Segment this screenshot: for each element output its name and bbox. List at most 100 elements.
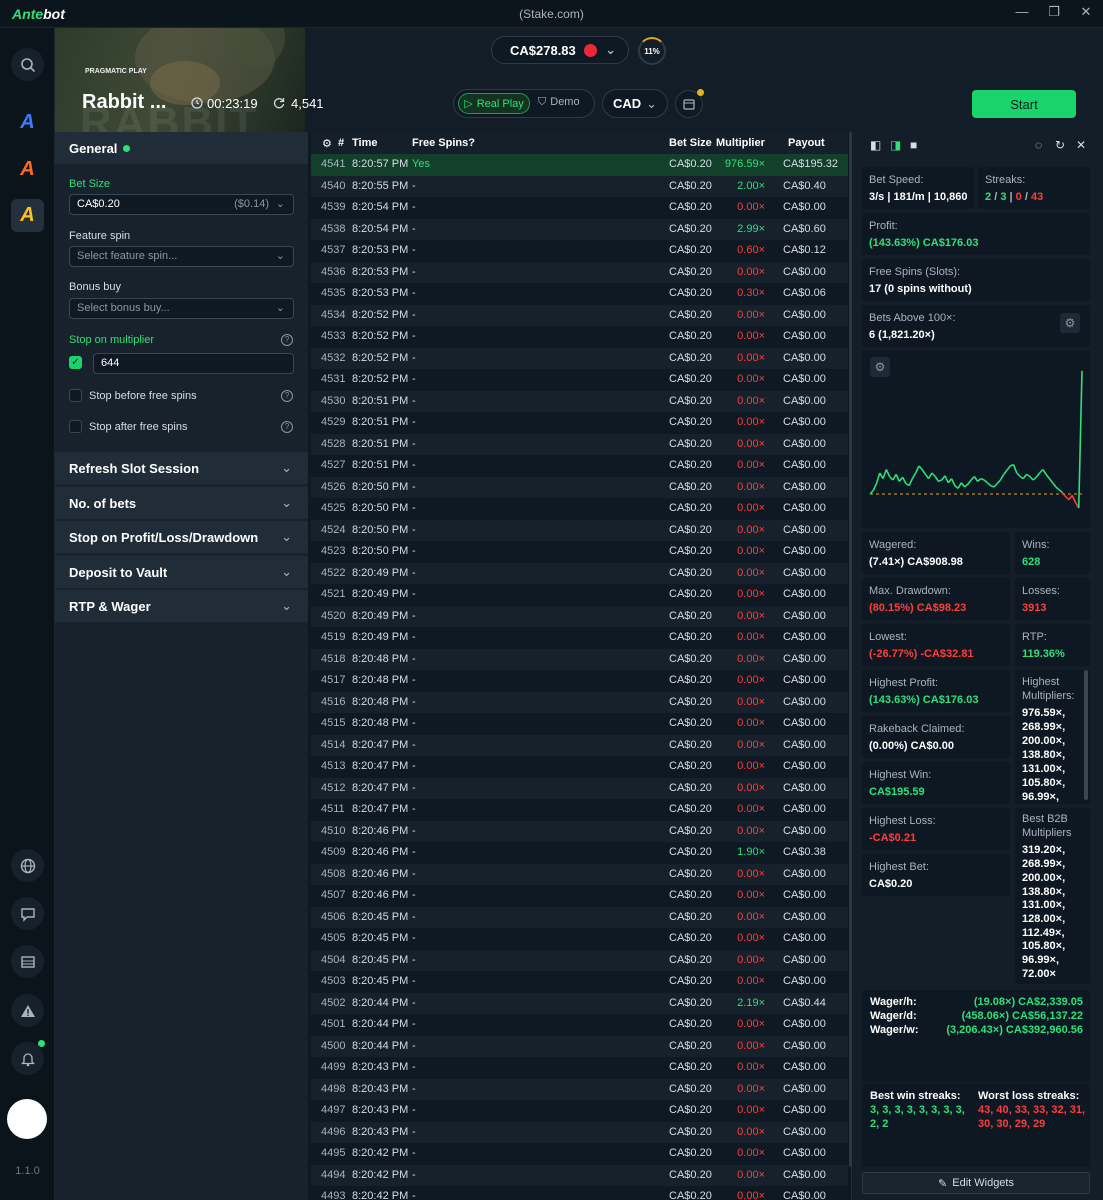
table-row[interactable]: 4539 8:20:54 PM - CA$0.20 0.00× CA$0.00 — [311, 197, 848, 219]
stats-scrollbar[interactable] — [1084, 670, 1088, 800]
gear-icon[interactable]: ⚙ — [1060, 313, 1080, 333]
table-row[interactable]: 4510 8:20:46 PM - CA$0.20 0.00× CA$0.00 — [311, 820, 848, 842]
maximize-button[interactable]: ❐ — [1045, 4, 1063, 20]
table-row[interactable]: 4507 8:20:46 PM - CA$0.20 0.00× CA$0.00 — [311, 885, 848, 907]
table-row[interactable]: 4541 8:20:57 PM Yes CA$0.20 976.59× CA$195.32 — [311, 154, 848, 176]
warning-icon[interactable] — [11, 994, 44, 1027]
table-row[interactable]: 4530 8:20:51 PM - CA$0.20 0.00× CA$0.00 — [311, 390, 848, 412]
refresh-session-section[interactable]: Refresh Slot Session ⌄ — [55, 452, 308, 484]
bonus-buy-select[interactable]: Select bonus buy... ⌄ — [69, 298, 294, 319]
globe-icon[interactable] — [11, 849, 44, 882]
no-of-bets-section[interactable]: No. of bets ⌄ — [55, 487, 308, 519]
stop-multiplier-checkbox[interactable]: ✓ — [69, 356, 82, 369]
logo-orange-icon[interactable]: A — [11, 153, 44, 186]
table-row[interactable]: 4534 8:20:52 PM - CA$0.20 0.00× CA$0.00 — [311, 304, 848, 326]
table-row[interactable]: 4529 8:20:51 PM - CA$0.20 0.00× CA$0.00 — [311, 412, 848, 434]
edit-widgets-button[interactable]: ✎ Edit Widgets — [862, 1172, 1090, 1194]
table-row[interactable]: 4513 8:20:47 PM - CA$0.20 0.00× CA$0.00 — [311, 756, 848, 778]
table-row[interactable]: 4494 8:20:42 PM - CA$0.20 0.00× CA$0.00 — [311, 1164, 848, 1186]
rtp-wager-section[interactable]: RTP & Wager ⌄ — [55, 590, 308, 622]
chart-segment — [885, 469, 891, 477]
row-bet-size: CA$0.20 — [669, 373, 712, 385]
table-row[interactable]: 4538 8:20:54 PM - CA$0.20 2.99× CA$0.60 — [311, 218, 848, 240]
stop-before-fs-checkbox[interactable] — [69, 389, 82, 402]
refresh-icon[interactable]: ↻ — [1055, 138, 1065, 152]
table-row[interactable]: 4498 8:20:43 PM - CA$0.20 0.00× CA$0.00 — [311, 1078, 848, 1100]
general-section-header[interactable]: General — [55, 132, 308, 164]
settings-icon[interactable]: ⚙ — [322, 137, 332, 150]
minimize-button[interactable]: — — [1013, 4, 1031, 20]
currency-select[interactable]: CAD ⌄ — [602, 89, 668, 118]
table-row[interactable]: 4518 8:20:48 PM - CA$0.20 0.00× CA$0.00 — [311, 648, 848, 670]
avatar[interactable] — [7, 1099, 47, 1139]
bet-size-input[interactable]: CA$0.20 ($0.14) ⌄ — [69, 194, 294, 215]
help-icon[interactable]: ? — [281, 334, 293, 346]
table-row[interactable]: 4526 8:20:50 PM - CA$0.20 0.00× CA$0.00 — [311, 476, 848, 498]
table-row[interactable]: 4521 8:20:49 PM - CA$0.20 0.00× CA$0.00 — [311, 584, 848, 606]
start-button[interactable]: Start — [972, 90, 1076, 118]
demo-button[interactable]: ⛉ Demo — [538, 96, 580, 109]
stop-multiplier-input[interactable]: 644 — [93, 353, 294, 374]
table-row[interactable]: 4506 8:20:45 PM - CA$0.20 0.00× CA$0.00 — [311, 906, 848, 928]
row-time: 8:20:42 PM — [352, 1147, 409, 1159]
search-icon[interactable] — [11, 48, 44, 81]
table-row[interactable]: 4519 8:20:49 PM - CA$0.20 0.00× CA$0.00 — [311, 627, 848, 649]
feature-spin-select[interactable]: Select feature spin... ⌄ — [69, 246, 294, 267]
table-row[interactable]: 4523 8:20:50 PM - CA$0.20 0.00× CA$0.00 — [311, 541, 848, 563]
stop-profit-loss-section[interactable]: Stop on Profit/Loss/Drawdown ⌄ — [55, 521, 308, 553]
table-row[interactable]: 4501 8:20:44 PM - CA$0.20 0.00× CA$0.00 — [311, 1014, 848, 1036]
table-row[interactable]: 4517 8:20:48 PM - CA$0.20 0.00× CA$0.00 — [311, 670, 848, 692]
hide-icon[interactable]: ◌ — [1035, 138, 1042, 152]
table-row[interactable]: 4502 8:20:44 PM - CA$0.20 2.19× CA$0.44 — [311, 992, 848, 1014]
table-row[interactable]: 4537 8:20:53 PM - CA$0.20 0.60× CA$0.12 — [311, 240, 848, 262]
table-row[interactable]: 4515 8:20:48 PM - CA$0.20 0.00× CA$0.00 — [311, 713, 848, 735]
stop-after-fs-checkbox[interactable] — [69, 420, 82, 433]
table-row[interactable]: 4520 8:20:49 PM - CA$0.20 0.00× CA$0.00 — [311, 605, 848, 627]
card-value: CA$0.20 — [869, 878, 913, 890]
table-row[interactable]: 4533 8:20:52 PM - CA$0.20 0.00× CA$0.00 — [311, 326, 848, 348]
table-row[interactable]: 4505 8:20:45 PM - CA$0.20 0.00× CA$0.00 — [311, 928, 848, 950]
table-row[interactable]: 4500 8:20:44 PM - CA$0.20 0.00× CA$0.00 — [311, 1035, 848, 1057]
table-row[interactable]: 4503 8:20:45 PM - CA$0.20 0.00× CA$0.00 — [311, 971, 848, 993]
table-row[interactable]: 4527 8:20:51 PM - CA$0.20 0.00× CA$0.00 — [311, 455, 848, 477]
table-scrollbar[interactable] — [849, 132, 852, 1167]
logo-yellow-icon[interactable]: A — [11, 199, 44, 232]
close-icon[interactable]: ✕ — [1076, 138, 1086, 152]
table-row[interactable]: 4516 8:20:48 PM - CA$0.20 0.00× CA$0.00 — [311, 691, 848, 713]
table-row[interactable]: 4535 8:20:53 PM - CA$0.20 0.30× CA$0.06 — [311, 283, 848, 305]
table-row[interactable]: 4511 8:20:47 PM - CA$0.20 0.00× CA$0.00 — [311, 799, 848, 821]
table-row[interactable]: 4509 8:20:46 PM - CA$0.20 1.90× CA$0.38 — [311, 842, 848, 864]
layout-full-icon[interactable]: ■ — [910, 138, 917, 152]
real-play-button[interactable]: ▷ Real Play — [458, 93, 530, 114]
row-time: 8:20:47 PM — [352, 760, 409, 772]
table-row[interactable]: 4496 8:20:43 PM - CA$0.20 0.00× CA$0.00 — [311, 1121, 848, 1143]
table-row[interactable]: 4499 8:20:43 PM - CA$0.20 0.00× CA$0.00 — [311, 1057, 848, 1079]
table-row[interactable]: 4512 8:20:47 PM - CA$0.20 0.00× CA$0.00 — [311, 777, 848, 799]
deposit-vault-section[interactable]: Deposit to Vault ⌄ — [55, 556, 308, 588]
table-row[interactable]: 4497 8:20:43 PM - CA$0.20 0.00× CA$0.00 — [311, 1100, 848, 1122]
help-icon[interactable]: ? — [281, 421, 293, 433]
layout-right-icon[interactable]: ◨ — [890, 138, 901, 152]
table-row[interactable]: 4536 8:20:53 PM - CA$0.20 0.00× CA$0.00 — [311, 261, 848, 283]
table-row[interactable]: 4531 8:20:52 PM - CA$0.20 0.00× CA$0.00 — [311, 369, 848, 391]
table-row[interactable]: 4532 8:20:52 PM - CA$0.20 0.00× CA$0.00 — [311, 347, 848, 369]
table-icon[interactable] — [11, 945, 44, 978]
balance-selector[interactable]: CA$278.83 ⌄ — [491, 36, 629, 64]
table-row[interactable]: 4514 8:20:47 PM - CA$0.20 0.00× CA$0.00 — [311, 734, 848, 756]
bell-icon[interactable] — [11, 1042, 44, 1075]
help-icon[interactable]: ? — [281, 390, 293, 402]
row-multiplier: 0.00× — [737, 330, 765, 342]
logo-blue-icon[interactable]: A — [11, 106, 44, 139]
table-row[interactable]: 4522 8:20:49 PM - CA$0.20 0.00× CA$0.00 — [311, 562, 848, 584]
table-row[interactable]: 4540 8:20:55 PM - CA$0.20 2.00× CA$0.40 — [311, 175, 848, 197]
close-button[interactable]: ✕ — [1077, 4, 1095, 20]
chat-icon[interactable] — [11, 897, 44, 930]
table-row[interactable]: 4493 8:20:42 PM - CA$0.20 0.00× CA$0.00 — [311, 1186, 848, 1200]
table-row[interactable]: 4495 8:20:42 PM - CA$0.20 0.00× CA$0.00 — [311, 1143, 848, 1165]
layout-left-icon[interactable]: ◧ — [870, 138, 881, 152]
table-row[interactable]: 4508 8:20:46 PM - CA$0.20 0.00× CA$0.00 — [311, 863, 848, 885]
table-row[interactable]: 4524 8:20:50 PM - CA$0.20 0.00× CA$0.00 — [311, 519, 848, 541]
table-row[interactable]: 4504 8:20:45 PM - CA$0.20 0.00× CA$0.00 — [311, 949, 848, 971]
table-row[interactable]: 4525 8:20:50 PM - CA$0.20 0.00× CA$0.00 — [311, 498, 848, 520]
table-row[interactable]: 4528 8:20:51 PM - CA$0.20 0.00× CA$0.00 — [311, 433, 848, 455]
